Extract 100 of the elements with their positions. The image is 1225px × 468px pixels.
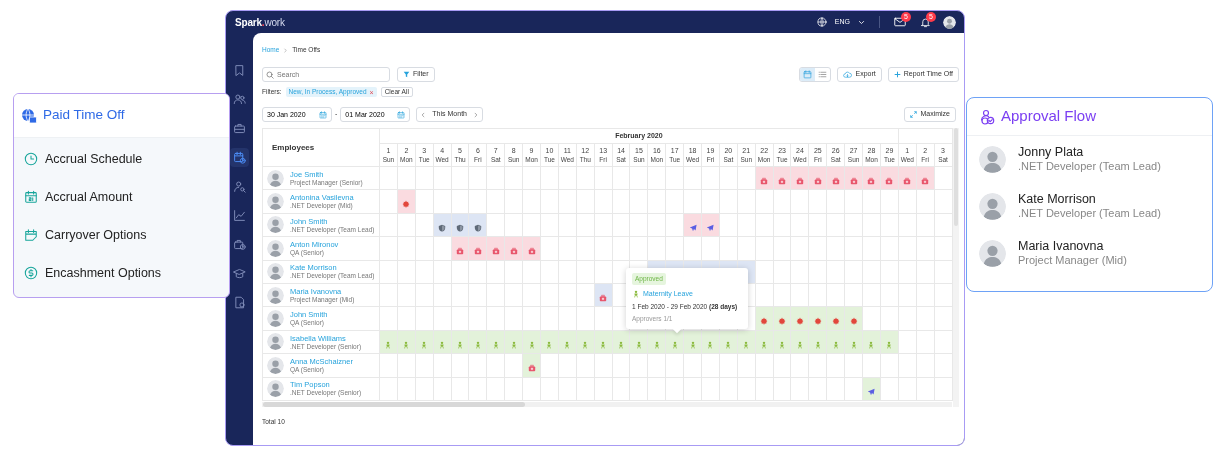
avatar <box>267 286 284 304</box>
menu-item[interactable]: Accrual Amount <box>45 187 133 207</box>
person-role: .NET Developer (Team Lead) <box>1018 207 1161 221</box>
baby-icon <box>706 340 715 349</box>
medkit-icon <box>795 177 804 186</box>
globe-icon[interactable] <box>816 17 827 27</box>
plus-icon <box>893 71 901 78</box>
avatar <box>267 310 284 328</box>
shield-icon <box>438 223 447 232</box>
baby-icon <box>632 290 640 298</box>
previous-button[interactable] <box>420 111 427 118</box>
avatar <box>267 239 284 257</box>
person-name: Jonny Plata <box>1018 145 1085 161</box>
baby-icon <box>384 340 393 349</box>
search-icon <box>266 70 274 79</box>
baby-icon <box>473 340 482 349</box>
airplane-icon <box>867 387 876 396</box>
avatar <box>267 216 284 234</box>
avatar <box>979 193 1006 220</box>
bell-icon[interactable] <box>920 16 931 28</box>
shield-icon <box>456 223 464 232</box>
medkit-icon <box>509 247 518 256</box>
virus-icon <box>795 317 804 326</box>
baby-icon <box>634 340 643 349</box>
medkit-icon <box>885 177 894 186</box>
baby-icon <box>760 340 769 349</box>
avatar <box>979 240 1006 267</box>
avatar <box>267 380 284 398</box>
avatar <box>267 169 284 187</box>
avatar <box>979 146 1006 173</box>
medkit-icon <box>456 247 464 256</box>
virus-icon <box>778 317 787 326</box>
medkit-icon <box>831 177 840 186</box>
medkit-icon <box>921 177 930 186</box>
baby-icon <box>509 340 518 349</box>
calendar-clock-icon[interactable] <box>230 148 249 167</box>
baby-icon <box>456 340 464 349</box>
avatar <box>267 356 284 374</box>
baby-icon <box>778 340 787 349</box>
vertical-scrollbar[interactable] <box>952 128 959 407</box>
calendar-icon[interactable] <box>800 68 816 81</box>
medkit-icon <box>473 247 482 256</box>
column-header: Employees <box>262 128 380 167</box>
baby-icon <box>402 340 411 349</box>
baby-icon <box>563 340 572 349</box>
medkit-icon <box>527 364 536 373</box>
chevron-down-icon[interactable] <box>858 18 865 26</box>
menu-item[interactable]: Carryover Options <box>45 225 147 245</box>
virus-icon <box>831 317 840 326</box>
menu-item[interactable]: Encashment Options <box>45 263 162 283</box>
chevron-left-icon <box>420 111 427 118</box>
calendar-icon <box>397 110 406 119</box>
medkit-icon <box>903 177 912 186</box>
mail-icon[interactable] <box>894 17 906 27</box>
virus-icon <box>813 317 822 326</box>
virus-icon <box>849 317 858 326</box>
shield-icon <box>473 223 482 232</box>
baby-icon <box>813 340 822 349</box>
baby-icon <box>599 340 608 349</box>
globe-calendar-icon <box>21 107 37 124</box>
medkit-icon <box>491 247 500 256</box>
baby-icon <box>885 340 894 349</box>
calendar-icon <box>319 110 327 119</box>
person-role: Project Manager (Mid) <box>1018 254 1127 268</box>
clock-icon <box>24 152 38 166</box>
next-button[interactable] <box>472 111 479 118</box>
medkit-icon <box>527 247 536 256</box>
logo: Spark.work <box>235 15 285 30</box>
baby-icon <box>545 340 554 349</box>
calendar-icon <box>24 190 38 204</box>
baby-icon <box>527 340 536 349</box>
baby-icon <box>491 340 500 349</box>
baby-icon <box>652 340 661 349</box>
users-check-icon <box>979 108 995 125</box>
expand-icon <box>910 111 918 118</box>
avatar <box>943 15 956 29</box>
menu-item[interactable]: Accrual Schedule <box>45 149 143 169</box>
medkit-icon <box>599 294 608 302</box>
medkit-icon <box>778 177 787 186</box>
baby-icon <box>867 340 876 349</box>
baby-icon <box>831 340 840 349</box>
horizontal-scrollbar[interactable] <box>262 401 952 407</box>
baby-icon <box>617 340 625 349</box>
chevron-right-icon <box>472 111 479 118</box>
filter-icon <box>403 71 410 78</box>
baby-icon <box>795 340 804 349</box>
avatar <box>267 333 284 351</box>
medkit-icon <box>849 177 858 186</box>
avatar <box>267 263 284 281</box>
virus-icon <box>402 200 411 209</box>
calendar-icon <box>24 228 38 242</box>
card-title: Paid Time Off <box>43 106 125 125</box>
baby-icon <box>849 340 858 349</box>
person-name: Kate Morrison <box>1018 192 1097 208</box>
medkit-icon <box>813 177 822 186</box>
baby-icon <box>724 340 733 349</box>
cloud-icon <box>843 70 853 79</box>
medkit-icon <box>760 177 769 186</box>
avatar <box>267 193 284 211</box>
medkit-icon <box>867 177 876 186</box>
